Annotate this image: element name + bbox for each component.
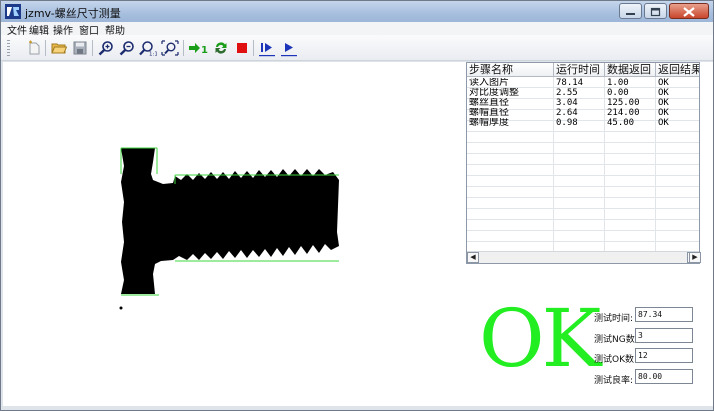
status-bar: [1, 406, 713, 410]
stop-button[interactable]: [233, 39, 251, 57]
results-grid[interactable]: 步骤名称 运行时间 数据返回 返回结果 读入图片 78.14 1.00 OK 对比度调整…: [466, 62, 700, 264]
toolbar-separator: [45, 40, 46, 56]
minimize-icon: [626, 13, 635, 15]
save-disk-icon: [73, 41, 87, 55]
yield-label: 测试良率:: [594, 376, 634, 386]
step-run-icon: [259, 43, 275, 57]
ok-count-label: 测试OK数:: [594, 355, 638, 365]
menu-bar: 文件 编辑 操作 窗口 帮助: [1, 22, 713, 37]
table-cell: 45.00: [607, 118, 635, 128]
table-row[interactable]: 螺帽厚度 0.98 45.00 OK: [467, 118, 699, 129]
scroll-left-button[interactable]: ◀: [467, 252, 479, 263]
stop-icon: [237, 43, 247, 53]
col-return-result[interactable]: 返回结果: [656, 63, 699, 76]
image-canvas[interactable]: [3, 62, 463, 406]
result-status: OK: [479, 292, 601, 385]
scroll-right-arrow[interactable]: ▶: [689, 252, 701, 263]
col-run-time[interactable]: 运行时间: [554, 63, 605, 76]
open-folder-icon: [51, 43, 67, 54]
close-icon: [683, 7, 695, 17]
right-panel: 步骤名称 运行时间 数据返回 返回结果 读入图片 78.14 1.00 OK 对比度调整…: [463, 62, 713, 406]
zoom-actual-icon: 1:1: [139, 41, 157, 57]
open-button[interactable]: [50, 39, 68, 57]
zoom-actual-button[interactable]: 1:1: [139, 39, 157, 57]
test-time-label: 测试时间:: [594, 314, 634, 324]
ng-count-label: 测试NG数:: [594, 335, 638, 345]
step-one-button[interactable]: 1: [188, 39, 210, 57]
toolbar: 1:1 1: [1, 35, 713, 61]
grid-header: 步骤名称 运行时间 数据返回 返回结果: [467, 63, 699, 77]
col-data-return[interactable]: 数据返回: [605, 63, 656, 76]
speck-mark: [119, 306, 123, 310]
run-icon: [281, 43, 297, 57]
zoom-actual-glyph: 1:1: [149, 52, 157, 57]
zoom-out-icon: [119, 41, 134, 56]
step-run-button[interactable]: [258, 39, 276, 57]
step-one-label: 1: [201, 45, 208, 56]
app-window: jzmv-螺丝尺寸测量 文件 编辑 操作 窗口 帮助 1:1 1 步骤名称 运行…: [0, 0, 714, 411]
zoom-fit-button[interactable]: [161, 39, 179, 57]
maximize-icon: [650, 7, 661, 17]
table-cell: OK: [658, 118, 669, 128]
table-cell: 0.98: [556, 118, 578, 128]
zoom-fit-icon: [161, 40, 179, 56]
zoom-in-icon: [98, 41, 113, 56]
new-document-icon: [29, 40, 40, 55]
horizontal-scrollbar[interactable]: ◀ ▶: [467, 251, 699, 263]
toolbar-separator: [92, 40, 93, 56]
col-step-name[interactable]: 步骤名称: [467, 63, 554, 76]
screw-silhouette: [119, 147, 339, 310]
toolbar-separator: [253, 40, 254, 56]
save-button[interactable]: [71, 39, 89, 57]
window-title: jzmv-螺丝尺寸测量: [25, 7, 121, 20]
app-logo-icon: [5, 4, 21, 19]
maximize-button[interactable]: [644, 3, 667, 19]
test-time-field[interactable]: 87.34: [635, 307, 693, 322]
zoom-in-button[interactable]: [97, 39, 115, 57]
loop-run-icon: [215, 42, 227, 54]
minimize-button[interactable]: [619, 3, 642, 19]
run-button[interactable]: [280, 39, 298, 57]
toolbar-separator: [183, 40, 184, 56]
close-button[interactable]: [669, 3, 709, 19]
title-bar[interactable]: jzmv-螺丝尺寸测量: [1, 1, 713, 22]
ok-count-field[interactable]: 12: [635, 348, 693, 363]
step-one-icon: 1: [189, 43, 208, 56]
toolbar-grip[interactable]: [7, 40, 10, 56]
table-cell: 螺帽厚度: [469, 118, 509, 128]
new-button[interactable]: [25, 39, 43, 57]
zoom-out-button[interactable]: [118, 39, 136, 57]
ng-count-field[interactable]: 3: [635, 328, 693, 343]
yield-field[interactable]: 80.00: [635, 369, 693, 384]
loop-run-button[interactable]: [212, 39, 230, 57]
